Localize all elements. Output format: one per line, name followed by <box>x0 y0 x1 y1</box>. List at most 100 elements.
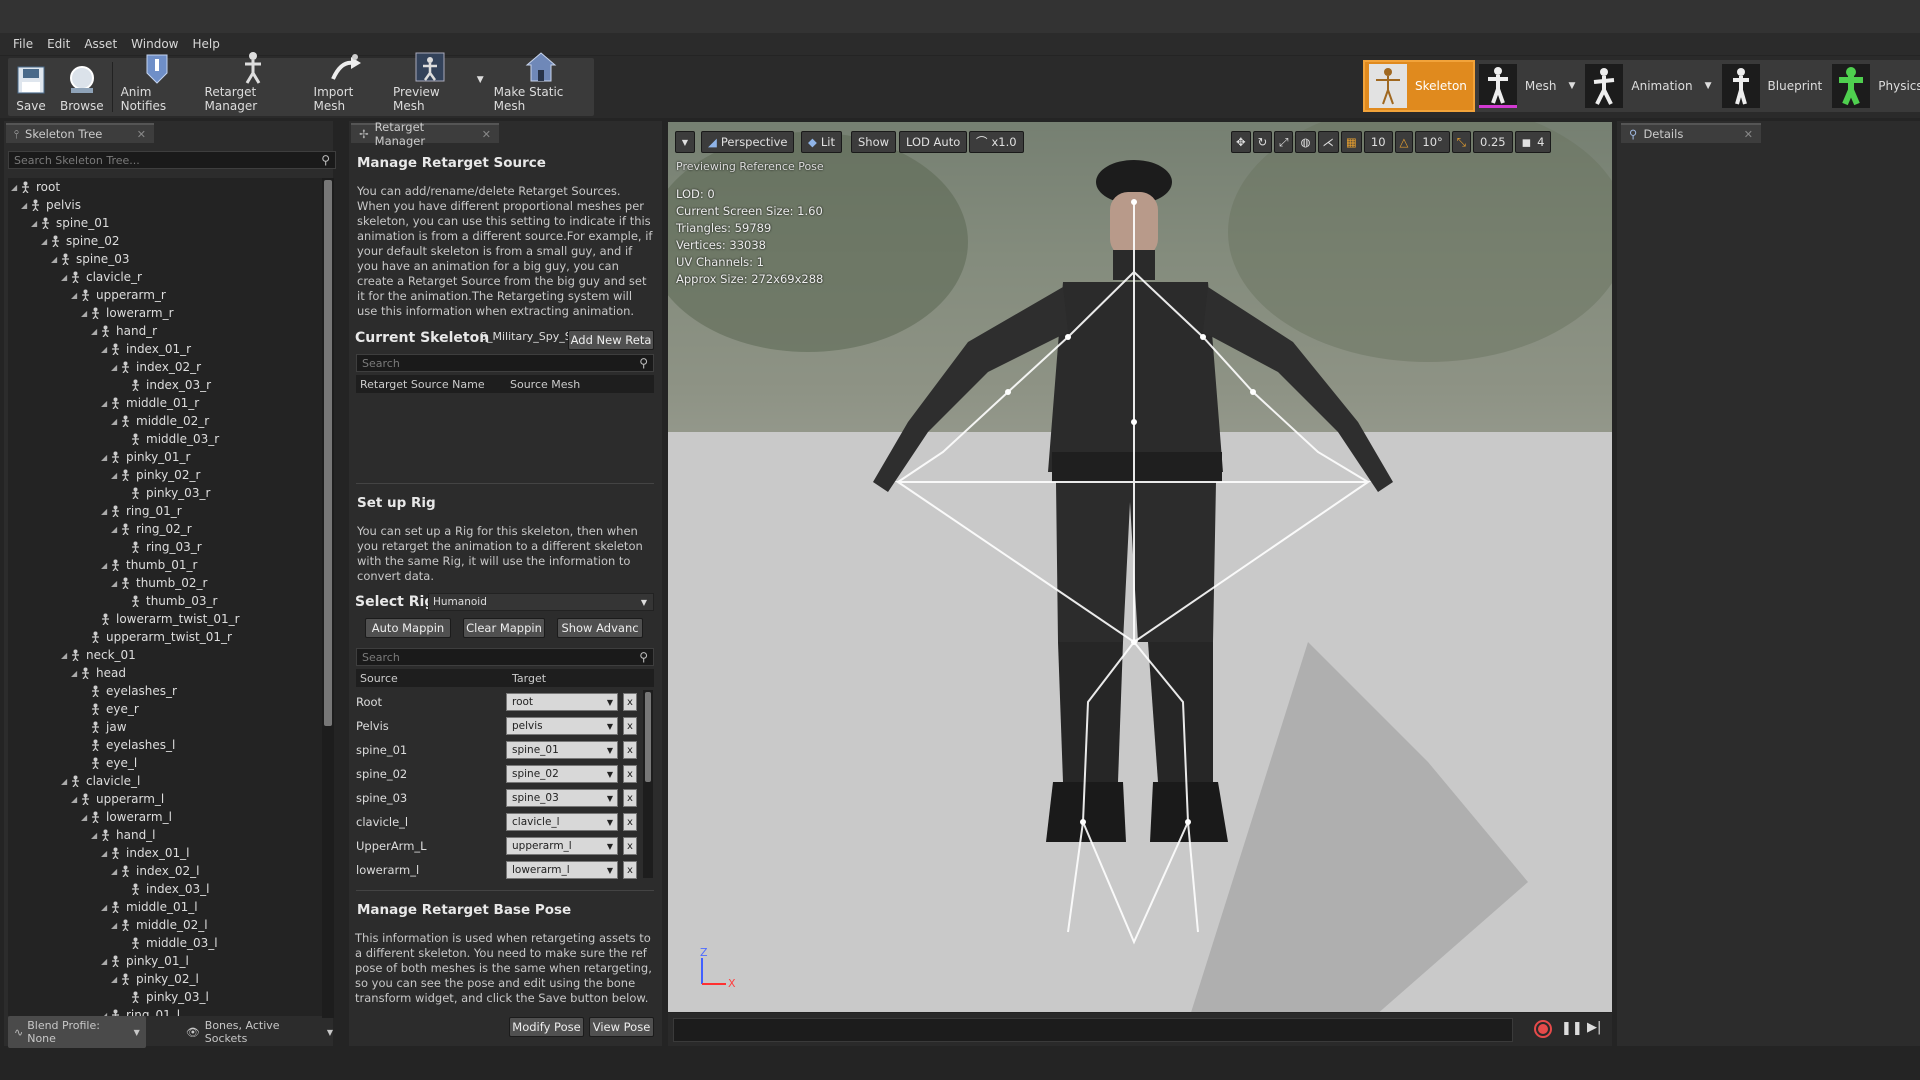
clear-mapping-x-button[interactable]: x <box>623 813 637 831</box>
scale-snap-value[interactable]: 0.25 <box>1473 131 1513 153</box>
mode-blueprint-button[interactable]: Blueprint <box>1718 60 1829 112</box>
tree-row[interactable]: ◢ pinky_01_r <box>8 448 326 466</box>
tree-row[interactable]: pinky_03_r <box>8 484 326 502</box>
tree-row[interactable]: ◢ clavicle_l <box>8 772 326 790</box>
expand-triangle-icon[interactable]: ◢ <box>61 273 70 282</box>
tree-row[interactable]: ◢ thumb_02_r <box>8 574 326 592</box>
expand-triangle-icon[interactable]: ◢ <box>21 201 30 210</box>
tree-row[interactable]: thumb_03_r <box>8 592 326 610</box>
expand-triangle-icon[interactable]: ◢ <box>111 921 120 930</box>
clear-mapping-x-button[interactable]: x <box>623 693 637 711</box>
clear-mapping-x-button[interactable]: x <box>623 765 637 783</box>
tree-row[interactable]: ◢ root <box>8 178 326 196</box>
tree-row[interactable]: ◢ clavicle_r <box>8 268 326 286</box>
tree-row[interactable]: ◢ upperarm_l <box>8 790 326 808</box>
tree-row[interactable]: pinky_03_l <box>8 988 326 1006</box>
close-icon[interactable]: ✕ <box>127 128 146 141</box>
pause-button[interactable]: ❚❚ <box>1561 1021 1583 1036</box>
tree-row[interactable]: ◢ spine_01 <box>8 214 326 232</box>
rotation-snap-toggle[interactable]: △ <box>1394 131 1414 153</box>
expand-triangle-icon[interactable]: ◢ <box>31 219 40 228</box>
mapping-scroll-thumb[interactable] <box>645 692 651 782</box>
scale-tool-button[interactable]: ⤢ <box>1274 131 1294 153</box>
tree-row[interactable]: ◢ pelvis <box>8 196 326 214</box>
mapping-target-dropdown[interactable]: spine_02 ▼ <box>506 765 618 783</box>
skeleton-search-input[interactable]: Search Skeleton Tree... ⚲ <box>8 151 336 169</box>
browse-button[interactable]: Browse <box>54 58 110 116</box>
tree-row[interactable]: ◢ middle_02_r <box>8 412 326 430</box>
tree-row[interactable]: upperarm_twist_01_r <box>8 628 326 646</box>
expand-triangle-icon[interactable]: ◢ <box>101 453 110 462</box>
tree-row[interactable]: ◢ pinky_02_l <box>8 970 326 988</box>
tree-row[interactable]: ◢ middle_01_r <box>8 394 326 412</box>
mapping-target-dropdown[interactable]: lowerarm_l ▼ <box>506 861 618 879</box>
tree-row[interactable]: middle_03_r <box>8 430 326 448</box>
mapping-target-dropdown[interactable]: upperarm_l ▼ <box>506 837 618 855</box>
tree-row[interactable]: ◢ middle_02_l <box>8 916 326 934</box>
chevron-down-icon[interactable]: ▼ <box>1705 81 1712 91</box>
tab-skeleton-tree[interactable]: ⫯ Skeleton Tree ✕ <box>6 123 154 143</box>
expand-triangle-icon[interactable]: ◢ <box>11 183 20 192</box>
preview-mesh-button[interactable]: Preview Mesh <box>387 52 473 116</box>
viewport[interactable] <box>668 122 1612 1012</box>
lod-button[interactable]: LOD Auto <box>899 131 968 153</box>
show-button[interactable]: Show <box>851 131 897 153</box>
clear-mapping-x-button[interactable]: x <box>623 837 637 855</box>
mapping-target-dropdown[interactable]: clavicle_l ▼ <box>506 813 618 831</box>
viewport-options-button[interactable]: ▼ <box>675 131 695 153</box>
menu-help[interactable]: Help <box>185 37 226 51</box>
mode-physics-button[interactable]: Physics <box>1828 60 1920 112</box>
tree-row[interactable]: ◢ index_02_r <box>8 358 326 376</box>
tree-row[interactable]: index_03_r <box>8 376 326 394</box>
grid-snap-toggle[interactable]: ▦ <box>1341 131 1362 153</box>
mapping-target-dropdown[interactable]: spine_01 ▼ <box>506 741 618 759</box>
tree-row[interactable]: ◢ ring_02_r <box>8 520 326 538</box>
tree-row[interactable]: eyelashes_r <box>8 682 326 700</box>
tree-row[interactable]: eye_l <box>8 754 326 772</box>
expand-triangle-icon[interactable]: ◢ <box>71 291 80 300</box>
mode-animation-button[interactable]: Animation ▼ <box>1581 60 1717 112</box>
menu-edit[interactable]: Edit <box>40 37 77 51</box>
mapping-target-dropdown[interactable]: pelvis ▼ <box>506 717 618 735</box>
perspective-button[interactable]: ◢ Perspective <box>701 131 795 153</box>
expand-triangle-icon[interactable]: ◢ <box>101 903 110 912</box>
record-button[interactable] <box>1534 1020 1552 1038</box>
auto-mapping-button[interactable]: Auto Mappin <box>365 618 451 638</box>
surface-snap-button[interactable]: ⋌ <box>1317 131 1340 153</box>
expand-triangle-icon[interactable]: ◢ <box>101 399 110 408</box>
close-icon[interactable]: ✕ <box>472 128 491 141</box>
tree-row[interactable]: ◢ hand_r <box>8 322 326 340</box>
make-static-mesh-button[interactable]: Make Static Mesh <box>488 52 594 116</box>
clear-mapping-button[interactable]: Clear Mappin <box>463 618 545 638</box>
camera-speed-button[interactable]: ◼ 4 <box>1514 131 1552 153</box>
tree-row[interactable]: ◢ head <box>8 664 326 682</box>
expand-triangle-icon[interactable]: ◢ <box>101 345 110 354</box>
view-pose-button[interactable]: View Pose <box>589 1017 654 1037</box>
tree-row[interactable]: ◢ ring_01_r <box>8 502 326 520</box>
bones-filter-dropdown[interactable]: 👁 Bones, Active Sockets ▼ <box>186 1019 333 1045</box>
tree-row[interactable]: ◢ lowerarm_r <box>8 304 326 322</box>
tree-scrollbar[interactable] <box>322 178 334 1018</box>
mapping-target-dropdown[interactable]: spine_03 ▼ <box>506 789 618 807</box>
mode-skeleton-button[interactable]: Skeleton <box>1363 60 1475 112</box>
import-mesh-button[interactable]: Import Mesh <box>308 54 388 116</box>
tree-row[interactable]: ◢ pinky_01_l <box>8 952 326 970</box>
tab-retarget-manager[interactable]: ✢ Retarget Manager ✕ <box>351 120 499 148</box>
rotation-snap-value[interactable]: 10° <box>1415 131 1450 153</box>
tree-row[interactable]: eye_r <box>8 700 326 718</box>
tree-row[interactable]: ◢ upperarm_r <box>8 286 326 304</box>
expand-triangle-icon[interactable]: ◢ <box>111 525 120 534</box>
save-button[interactable]: Save <box>8 58 54 116</box>
tree-row[interactable]: ◢ neck_01 <box>8 646 326 664</box>
tree-row[interactable]: ◢ ring_01_l <box>8 1006 326 1016</box>
tree-row[interactable]: ◢ hand_l <box>8 826 326 844</box>
expand-triangle-icon[interactable]: ◢ <box>101 957 110 966</box>
lit-button[interactable]: ◆ Lit <box>801 131 842 153</box>
clear-mapping-x-button[interactable]: x <box>623 789 637 807</box>
anim-notifies-button[interactable]: Anim Notifies <box>115 54 199 116</box>
expand-triangle-icon[interactable]: ◢ <box>111 471 120 480</box>
retarget-manager-button[interactable]: Retarget Manager <box>199 52 308 116</box>
expand-triangle-icon[interactable]: ◢ <box>61 651 70 660</box>
expand-triangle-icon[interactable]: ◢ <box>101 561 110 570</box>
close-icon[interactable]: ✕ <box>1734 128 1753 141</box>
